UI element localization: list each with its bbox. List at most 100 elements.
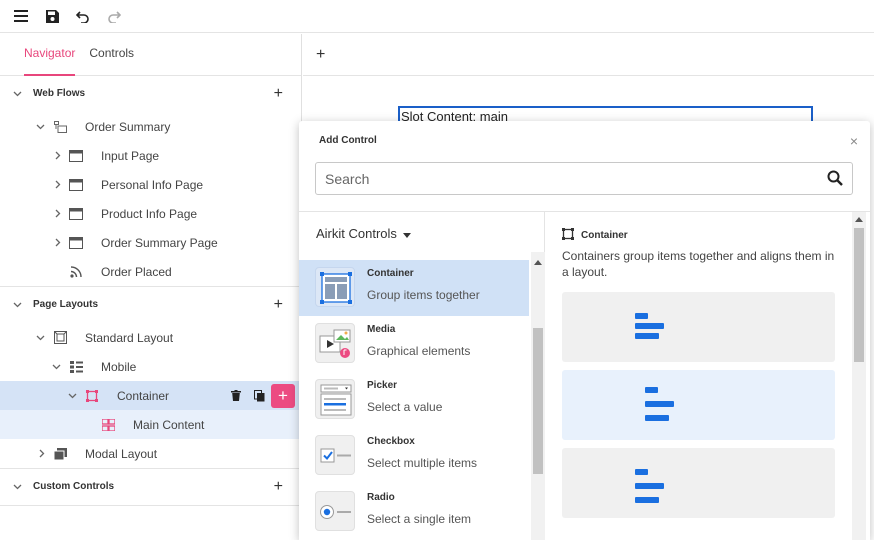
add-web-flow-button[interactable]: + [274, 85, 283, 103]
chevron-down-icon[interactable] [35, 122, 45, 132]
slot-icon [101, 418, 115, 432]
tab-controls[interactable]: Controls [89, 34, 134, 76]
control-item-container[interactable]: Container Group items together [299, 260, 529, 316]
control-item-checkbox[interactable]: Checkbox Select multiple items [299, 428, 529, 484]
chevron-right-icon[interactable] [53, 238, 63, 248]
detail-scroll-thumb[interactable] [854, 228, 864, 362]
variant-bar [645, 415, 669, 421]
tree-item-label: Input Page [101, 148, 160, 163]
save-icon[interactable] [43, 7, 61, 25]
control-item-media[interactable]: Media Graphical elements [299, 316, 529, 372]
page-icon [69, 149, 83, 163]
tree-item-order-summary-page[interactable]: Order Summary Page [0, 228, 301, 257]
tree-item-container[interactable]: Container + [0, 381, 301, 410]
list-scrollbar[interactable] [531, 252, 545, 540]
detail-header: Container [562, 228, 628, 243]
variant-bar [645, 387, 658, 393]
variant-bar [635, 323, 664, 329]
control-item-picker[interactable]: Picker Select a value [299, 372, 529, 428]
control-detail: Container Containers group items togethe… [546, 212, 870, 540]
layout-icon [53, 331, 67, 345]
tree-item-label: Main Content [133, 417, 205, 432]
section-custom-controls[interactable]: Custom Controls + [0, 472, 301, 501]
library-dropdown[interactable]: Airkit Controls [316, 226, 411, 241]
chevron-right-icon[interactable] [53, 151, 63, 161]
container-variant-center[interactable] [562, 370, 835, 440]
redo-icon[interactable] [105, 7, 123, 25]
page-icon [69, 178, 83, 192]
detail-description: Containers group items together and alig… [562, 249, 835, 279]
control-name: Checkbox [367, 436, 415, 447]
canvas-toolbar: + [303, 34, 874, 76]
section-web-flows[interactable]: Web Flows + [0, 79, 301, 108]
variant-bar [645, 401, 674, 407]
tree-item-modal-layout[interactable]: Modal Layout [0, 439, 301, 468]
container-variant-left[interactable] [562, 292, 835, 362]
tree-item-personal-info-page[interactable]: Personal Info Page [0, 170, 301, 199]
tree-item-label: Mobile [101, 359, 137, 374]
caret-down-icon [402, 226, 411, 241]
tree-item-product-info-page[interactable]: Product Info Page [0, 199, 301, 228]
list-layout-icon [69, 360, 83, 374]
control-item-radio[interactable]: Radio Select a single item [299, 484, 529, 540]
section-label: Page Layouts [33, 299, 99, 310]
modal-icon [53, 447, 67, 461]
control-desc: Select a value [367, 400, 443, 414]
top-toolbar [0, 0, 874, 33]
page-icon [69, 207, 83, 221]
chevron-down-icon[interactable] [51, 362, 61, 372]
search-box [315, 162, 853, 195]
chevron-right-icon[interactable] [53, 180, 63, 190]
tree-item-label: Order Summary [85, 119, 171, 134]
divider [0, 505, 301, 506]
control-desc: Select multiple items [367, 456, 478, 470]
panel-tabs: Navigator Controls [0, 34, 301, 76]
container-icon [562, 228, 574, 243]
undo-icon[interactable] [74, 7, 92, 25]
container-variant-spread[interactable] [562, 448, 835, 518]
divider [0, 286, 301, 287]
page-icon [69, 236, 83, 250]
search-icon[interactable] [827, 170, 843, 189]
tree-item-label: Product Info Page [101, 206, 198, 221]
trash-icon[interactable] [229, 389, 243, 403]
close-icon[interactable]: × [850, 133, 858, 149]
section-page-layouts[interactable]: Page Layouts + [0, 290, 301, 319]
scroll-up-icon[interactable] [855, 217, 863, 222]
tree-item-label: Standard Layout [85, 330, 174, 345]
tree-item-label: Personal Info Page [101, 177, 204, 192]
chevron-down-icon[interactable] [12, 482, 22, 492]
control-name: Picker [367, 380, 398, 391]
copy-icon[interactable] [252, 389, 266, 403]
tree-item-standard-layout[interactable]: Standard Layout [0, 323, 301, 352]
tree-item-order-summary[interactable]: Order Summary [0, 112, 301, 141]
library-label: Airkit Controls [316, 226, 397, 241]
tree-item-input-page[interactable]: Input Page [0, 141, 301, 170]
add-child-button[interactable]: + [271, 384, 295, 408]
control-name: Media [367, 324, 396, 335]
chevron-right-icon[interactable] [37, 449, 47, 459]
chevron-down-icon[interactable] [12, 89, 22, 99]
tree-item-order-placed[interactable]: Order Placed [0, 257, 301, 286]
add-custom-control-button[interactable]: + [274, 478, 283, 496]
tree-item-main-content[interactable]: Main Content [0, 410, 301, 439]
flow-icon [53, 120, 67, 134]
chevron-down-icon[interactable] [35, 333, 45, 343]
chevron-down-icon[interactable] [12, 300, 22, 310]
chevron-down-icon[interactable] [67, 391, 77, 401]
search-input[interactable] [316, 170, 816, 187]
tree-item-mobile[interactable]: Mobile [0, 352, 301, 381]
container-thumb-icon [315, 267, 355, 307]
media-thumb-icon [315, 323, 355, 363]
control-list: Airkit Controls Container Group items to… [299, 212, 545, 540]
detail-scrollbar[interactable] [852, 212, 866, 540]
chevron-right-icon[interactable] [53, 209, 63, 219]
hamburger-icon[interactable] [12, 7, 30, 25]
canvas-add-button[interactable]: + [316, 46, 325, 64]
tab-navigator[interactable]: Navigator [24, 34, 76, 76]
list-scroll-thumb[interactable] [533, 328, 543, 474]
tree-item-label: Order Summary Page [101, 235, 218, 250]
add-control-dialog: Add Control × Airkit Controls Container … [299, 121, 870, 540]
scroll-up-icon[interactable] [534, 260, 542, 265]
add-page-layout-button[interactable]: + [274, 296, 283, 314]
